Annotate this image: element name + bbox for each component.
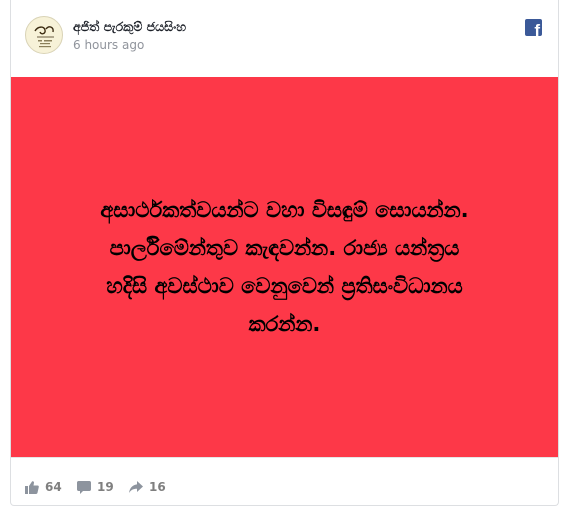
shares-stat[interactable]: 16 [129, 480, 166, 494]
footer-divider [11, 457, 558, 458]
likes-count: 64 [45, 480, 62, 494]
facebook-icon[interactable]: f [525, 19, 542, 36]
image-text-line: අසාර්ථකත්වයන්ට වහා විසඳුම් සොයන්න. [100, 198, 469, 222]
avatar-logo-icon [34, 26, 54, 48]
page-name[interactable]: අජිත් පැරකුම් ජයසිංහ [73, 19, 186, 35]
comments-stat[interactable]: 19 [77, 480, 114, 494]
image-text-line: පාර්ලිමේන්තුව කැඳවන්න. රාජ්‍ය යන්ත්‍රය [109, 236, 460, 260]
post-image[interactable]: අසාර්ථකත්වයන්ට වහා විසඳුම් සොයන්න. පාර්ල… [11, 77, 558, 457]
image-text-line: කරන්න. [248, 312, 321, 336]
image-text-line: හදිසි අවස්ථාව වෙනුවෙන් ප්‍රතිසංවිධානය [106, 274, 463, 298]
comments-count: 19 [97, 480, 114, 494]
post-timestamp[interactable]: 6 hours ago [73, 38, 144, 52]
facebook-post-card: අජිත් පැරකුම් ජයසිංහ 6 hours ago f අසාර්… [10, 0, 559, 506]
post-image-text: අසාර්ථකත්වයන්ට වහා විසඳුම් සොයන්න. පාර්ල… [50, 191, 520, 343]
comment-bubble-icon [77, 480, 91, 494]
share-arrow-icon [129, 481, 143, 493]
likes-stat[interactable]: 64 [25, 480, 62, 494]
post-footer: 64 19 16 [11, 476, 558, 506]
page-avatar[interactable] [25, 16, 63, 54]
post-header: අජිත් පැරකුම් ජයසිංහ 6 hours ago f [11, 0, 558, 76]
thumbs-up-icon [25, 480, 39, 494]
shares-count: 16 [149, 480, 166, 494]
